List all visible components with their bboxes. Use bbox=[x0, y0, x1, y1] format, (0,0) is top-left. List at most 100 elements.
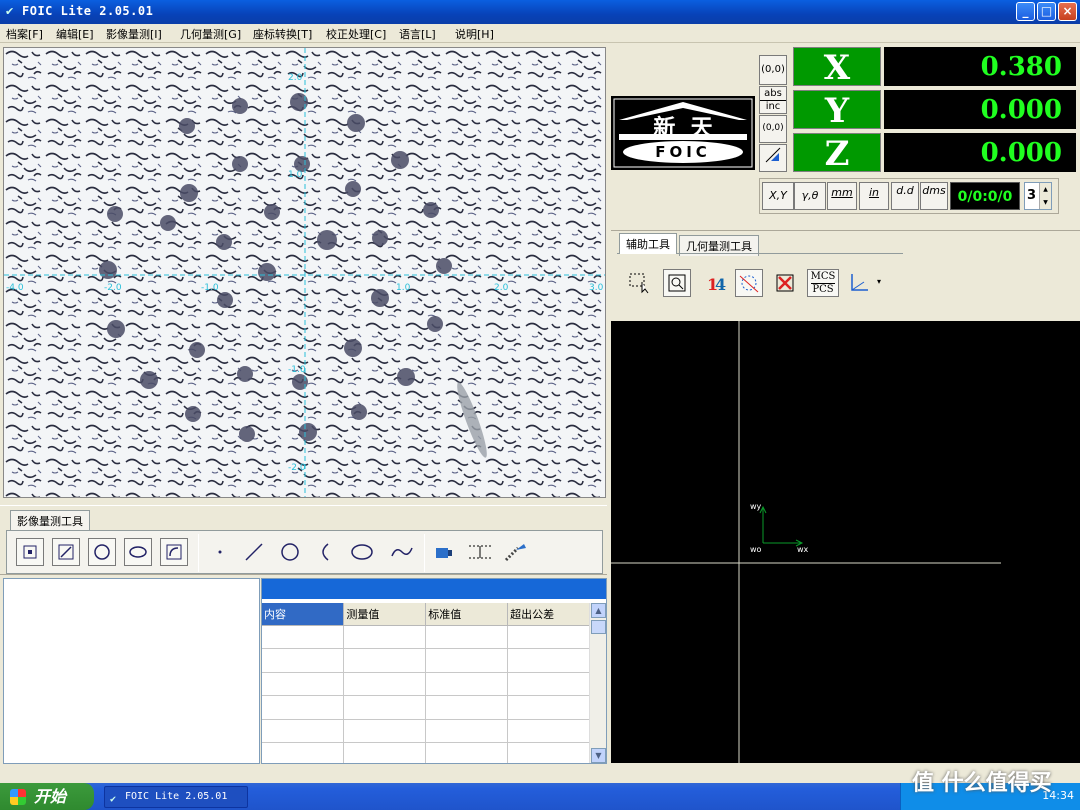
scroll-up-icon[interactable]: ▲ bbox=[591, 603, 606, 618]
scroll-down-icon[interactable]: ▼ bbox=[591, 748, 606, 763]
set-origin-button[interactable]: (0,0) bbox=[759, 115, 787, 143]
numbering-tool-icon[interactable]: 14 bbox=[701, 269, 729, 297]
x-tick: -1.0 bbox=[201, 283, 219, 293]
x-tick: 1.0 bbox=[396, 283, 411, 293]
cartesian-button[interactable]: X,Y bbox=[762, 182, 794, 210]
object-list-panel[interactable] bbox=[3, 578, 260, 764]
tab-image-tools[interactable]: 影像量测工具 bbox=[10, 510, 90, 531]
table-title-bar bbox=[262, 579, 606, 599]
dms-button[interactable]: dms bbox=[920, 182, 948, 210]
line-tool-icon[interactable] bbox=[240, 538, 268, 566]
y-tick: 2.0 bbox=[288, 73, 303, 83]
separator bbox=[198, 534, 199, 572]
axes-tool-icon[interactable] bbox=[845, 269, 873, 297]
table-row[interactable] bbox=[262, 719, 590, 743]
set-origin-label: (0,0) bbox=[762, 123, 784, 133]
zoom-tool-icon[interactable] bbox=[663, 269, 691, 297]
circle-tool-icon[interactable] bbox=[276, 538, 304, 566]
col-content[interactable]: 内容 bbox=[262, 603, 345, 626]
arc-tool-icon[interactable] bbox=[312, 538, 340, 566]
inc-label: inc bbox=[760, 100, 786, 113]
wo-label: wo bbox=[750, 545, 762, 554]
spin-arrows-icon[interactable]: ▲ ▼ bbox=[1039, 183, 1051, 209]
camera-tool-icon[interactable] bbox=[430, 538, 458, 566]
measurement-table[interactable]: 内容 测量值 标准值 超出公差 bbox=[262, 603, 590, 763]
curve-tool-icon[interactable] bbox=[388, 538, 416, 566]
axes-dropdown-icon[interactable]: ▾ bbox=[877, 277, 881, 286]
menu-language[interactable]: 语言[L] bbox=[399, 26, 436, 42]
ellipse-tool-icon[interactable] bbox=[348, 538, 376, 566]
logo-english: FOIC bbox=[655, 143, 711, 161]
maximize-button[interactable]: □ bbox=[1037, 2, 1056, 21]
menu-geometry-measure[interactable]: 几何量测[G] bbox=[180, 26, 241, 42]
polar-button[interactable]: γ,θ bbox=[794, 182, 826, 210]
pcs-label: PCS bbox=[812, 283, 834, 295]
close-button[interactable]: × bbox=[1058, 2, 1077, 21]
wx-label: wx bbox=[797, 545, 809, 554]
mcs-pcs-toggle[interactable]: MCS PCS bbox=[807, 269, 839, 297]
taskbar-item-foic[interactable]: ✔ FOIC Lite 2.05.01 bbox=[104, 786, 248, 808]
x-tick: -4.0 bbox=[6, 283, 24, 293]
inch-button[interactable]: in bbox=[859, 182, 889, 210]
window-title: FOIC Lite 2.05.01 bbox=[22, 4, 154, 18]
delete-tool-icon[interactable] bbox=[771, 269, 799, 297]
title-bar: ✔ FOIC Lite 2.05.01 _ □ × bbox=[0, 0, 1080, 24]
app-taskbar-icon: ✔ bbox=[110, 794, 117, 805]
separator bbox=[424, 534, 425, 572]
precision-spinner[interactable]: 3 ▲ ▼ bbox=[1024, 182, 1052, 210]
precision-value: 3 bbox=[1027, 188, 1037, 203]
circle-box-tool-icon[interactable] bbox=[88, 538, 116, 566]
table-row[interactable] bbox=[262, 742, 590, 763]
table-scrollbar[interactable]: ▲ ▼ bbox=[589, 603, 606, 763]
mm-button[interactable]: mm bbox=[827, 182, 857, 210]
menu-edit[interactable]: 编辑[E] bbox=[56, 26, 94, 42]
x-tick: 3.0 bbox=[589, 283, 604, 293]
col-nominal[interactable]: 标准值 bbox=[425, 603, 509, 626]
menu-calibration[interactable]: 校正处理[C] bbox=[326, 26, 386, 42]
menu-help[interactable]: 说明[H] bbox=[455, 26, 494, 42]
aux-tools-panel: 辅助工具 几何量测工具 14 MCS PCS ▾ bbox=[611, 230, 1080, 315]
start-label: 开始 bbox=[34, 787, 67, 806]
table-row[interactable] bbox=[262, 625, 590, 649]
table-row[interactable] bbox=[262, 695, 590, 720]
decimal-degree-button[interactable]: d.d bbox=[891, 182, 919, 210]
preset-icon[interactable] bbox=[759, 144, 787, 172]
table-row[interactable] bbox=[262, 648, 590, 673]
camera-image-view[interactable]: -4.0 -2.0 -1.0 1.0 2.0 3.0 2.0 1.0 -1.0 … bbox=[3, 47, 606, 498]
select-tool-icon[interactable] bbox=[625, 269, 653, 297]
z-axis-value: 0.000 bbox=[884, 133, 1076, 172]
app-icon: ✔ bbox=[5, 5, 15, 18]
wy-label: wy bbox=[750, 502, 762, 511]
tab-aux-tools[interactable]: 辅助工具 bbox=[619, 233, 677, 254]
y-tick: 1.0 bbox=[288, 170, 303, 180]
menu-image-measure[interactable]: 影像量测[I] bbox=[106, 26, 162, 42]
construct-tool-icon[interactable] bbox=[735, 269, 763, 297]
x-axis-value: 0.380 bbox=[884, 47, 1076, 86]
y-axis-value: 0.000 bbox=[884, 90, 1076, 129]
y-axis-label: Y bbox=[793, 90, 881, 131]
line-box-tool-icon[interactable] bbox=[52, 538, 80, 566]
start-button[interactable]: 开始 bbox=[0, 783, 94, 810]
table-row[interactable] bbox=[262, 672, 590, 696]
menu-file[interactable]: 档案[F] bbox=[6, 26, 43, 42]
ellipse-box-tool-icon[interactable] bbox=[124, 538, 152, 566]
col-out-of-tolerance[interactable]: 超出公差 bbox=[507, 603, 590, 626]
work-origin-axes bbox=[759, 505, 804, 547]
col-measured[interactable]: 测量值 bbox=[343, 603, 427, 626]
scroll-thumb[interactable] bbox=[591, 620, 606, 634]
image-tools-panel: 影像量测工具 bbox=[0, 505, 607, 575]
distance-tool-icon[interactable] bbox=[466, 538, 494, 566]
x-tick: 2.0 bbox=[494, 283, 509, 293]
point-box-tool-icon[interactable] bbox=[16, 538, 44, 566]
zero-button[interactable]: (0,0) bbox=[759, 55, 787, 85]
pattern-tool-icon[interactable] bbox=[502, 538, 530, 566]
logo-chinese: 新 天 bbox=[653, 115, 713, 141]
arc-box-tool-icon[interactable] bbox=[160, 538, 188, 566]
point-tool-icon[interactable] bbox=[206, 538, 234, 566]
minimize-button[interactable]: _ bbox=[1016, 2, 1035, 21]
y-tick: -2.0 bbox=[288, 463, 306, 473]
y-tick: -1.0 bbox=[288, 365, 306, 375]
abs-inc-button[interactable]: abs inc bbox=[759, 86, 787, 114]
coordinate-view[interactable]: wy wo wx bbox=[611, 321, 1080, 763]
menu-coord-transform[interactable]: 座标转换[T] bbox=[253, 26, 312, 42]
